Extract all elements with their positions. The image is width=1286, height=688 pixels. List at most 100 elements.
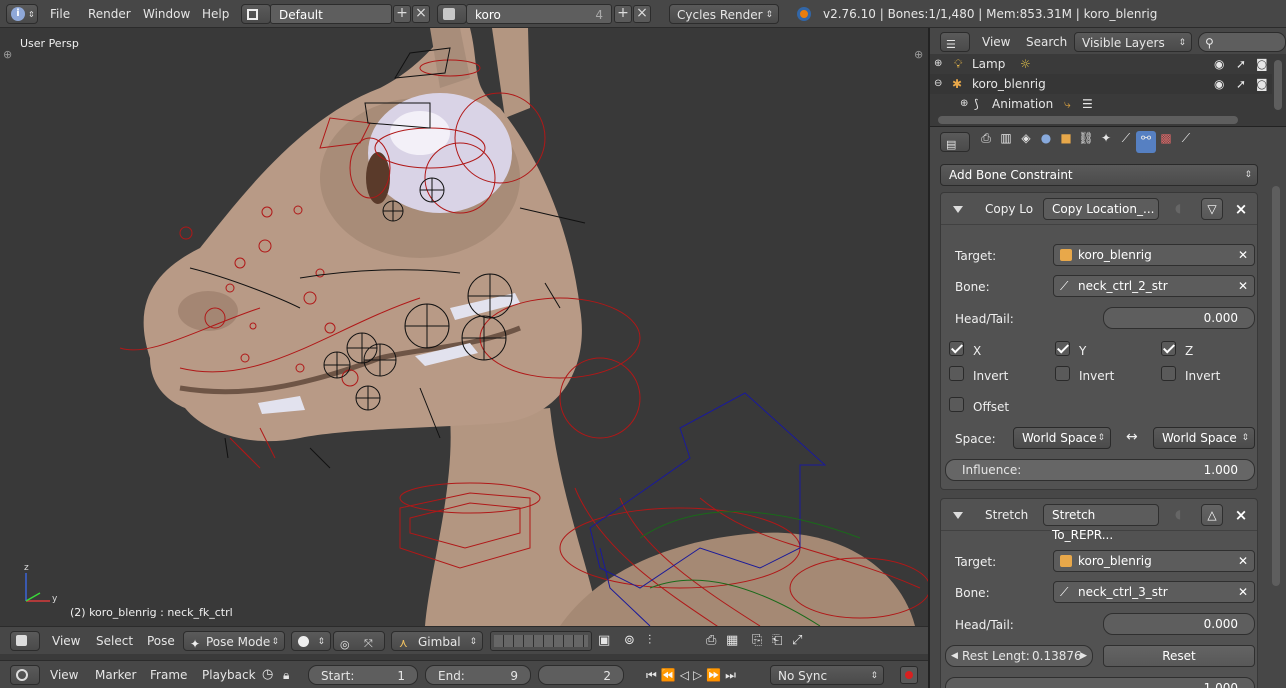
invert-y-checkbox[interactable] xyxy=(1055,366,1070,381)
add-layout-icon[interactable]: + xyxy=(393,5,411,23)
menu-marker[interactable]: Marker xyxy=(95,665,136,685)
3d-viewport[interactable]: z y ⊕ ⊕ User Persp (2) koro_blenrig : ne… xyxy=(0,28,928,626)
screen-layout-button[interactable] xyxy=(241,4,271,24)
editor-type-outliner-button[interactable]: ☰ xyxy=(940,32,970,52)
bone-field[interactable]: ⟋ neck_ctrl_2_str ✕ xyxy=(1053,275,1255,297)
paste-pose-icon[interactable]: ⎗ xyxy=(772,631,782,651)
end-frame-field[interactable]: End: 9 xyxy=(425,665,531,685)
close-icon[interactable]: × xyxy=(1232,506,1250,524)
constraints-tab-icon[interactable]: ⛓ xyxy=(1076,131,1096,153)
cursor-icon[interactable]: ➚ xyxy=(1236,54,1246,74)
scene-tab-icon[interactable]: ◈ xyxy=(1016,131,1036,153)
menu-search[interactable]: Search xyxy=(1026,32,1067,52)
cursor-icon[interactable]: ➚ xyxy=(1236,74,1246,94)
layer-buttons[interactable] xyxy=(490,631,592,651)
data-tab-icon[interactable]: ⟋ xyxy=(1116,131,1136,153)
invert-z-checkbox[interactable] xyxy=(1161,366,1176,381)
close-icon[interactable]: × xyxy=(1232,200,1250,218)
mode-select[interactable]: ✦ Pose Mode ⇕ xyxy=(183,631,285,651)
invert-x-checkbox[interactable] xyxy=(949,366,964,381)
menu-playback[interactable]: Playback xyxy=(202,665,256,685)
texture-tab-icon[interactable]: ▩ xyxy=(1156,131,1176,153)
record-button[interactable] xyxy=(900,666,918,684)
move-down-button[interactable]: ▽ xyxy=(1201,198,1223,220)
camera-icon[interactable]: ◙ xyxy=(1256,74,1268,94)
editor-type-3d-button[interactable] xyxy=(10,631,40,651)
sync-select[interactable]: No Sync ⇕ xyxy=(770,665,884,685)
remove-layout-icon[interactable]: × xyxy=(412,5,430,23)
shading-select[interactable]: ⇕ xyxy=(291,631,331,651)
render-engine-select[interactable]: Cycles Render ⇕ xyxy=(669,4,779,24)
clear-x-icon[interactable]: ✕ xyxy=(1238,245,1248,265)
constraint-name-field[interactable]: Copy Location_... xyxy=(1043,198,1159,220)
collapse-minus-icon[interactable]: ⊖ xyxy=(934,74,942,94)
pivot-select[interactable]: ◎ ⤧ xyxy=(333,631,385,651)
menu-help[interactable]: Help xyxy=(202,4,229,24)
camera-icon[interactable]: ◙ xyxy=(1256,54,1268,74)
scene-name-field[interactable]: koro 4 xyxy=(466,4,612,24)
outliner-scrollbar[interactable] xyxy=(1274,60,1282,110)
object-tab-icon[interactable]: ■ xyxy=(1056,131,1076,153)
eye-toggle-icon[interactable]: ◖ xyxy=(1175,507,1181,521)
clapboard-icon[interactable]: ▦ xyxy=(726,631,738,651)
bone-constraints-tab-icon[interactable]: ⚯ xyxy=(1136,131,1156,153)
clear-x-icon[interactable]: ✕ xyxy=(1238,551,1248,571)
outliner-row-koro-blenrig[interactable]: ⊖ ✱ koro_blenrig ◉ ➚ ◙ xyxy=(930,74,1272,94)
remove-scene-icon[interactable]: × xyxy=(633,5,651,23)
expand-plus-icon[interactable]: ⊕ xyxy=(934,54,942,74)
target-space-select[interactable]: World Space ⇕ xyxy=(1153,427,1255,449)
rest-length-field[interactable]: ◀ Rest Lengt: 0.13876 ▶ xyxy=(945,645,1093,667)
current-frame-field[interactable]: 2 xyxy=(538,665,624,685)
editor-type-info-button[interactable]: i ⇕ xyxy=(6,4,38,24)
offset-checkbox[interactable] xyxy=(949,397,964,412)
menu-window[interactable]: Window xyxy=(143,4,190,24)
bone-field[interactable]: ⟋ neck_ctrl_3_str ✕ xyxy=(1053,581,1255,603)
constraint-name-field[interactable]: Stretch To_REPR... xyxy=(1043,504,1159,542)
y-checkbox[interactable] xyxy=(1055,341,1070,356)
world-tab-icon[interactable]: ● xyxy=(1036,131,1056,153)
menu-view[interactable]: View xyxy=(982,32,1010,52)
screen-layout-field[interactable]: Default xyxy=(270,4,392,24)
owner-space-select[interactable]: World Space ⇕ xyxy=(1013,427,1111,449)
playback-controls[interactable]: ⏮⏪◁▷⏩⏭ xyxy=(646,665,740,685)
pose-options-icon[interactable]: ⫶ xyxy=(648,631,651,651)
editor-type-timeline-button[interactable] xyxy=(10,665,40,685)
scene-button[interactable] xyxy=(437,4,467,24)
x-checkbox[interactable] xyxy=(949,341,964,356)
menu-file[interactable]: File xyxy=(50,4,70,24)
collapse-triangle-icon[interactable] xyxy=(953,206,963,213)
z-checkbox[interactable] xyxy=(1161,341,1176,356)
bone-tab-icon[interactable]: ⟋ xyxy=(1176,131,1196,153)
outliner-filter-select[interactable]: Visible Layers ⇕ xyxy=(1074,32,1192,52)
menu-frame[interactable]: Frame xyxy=(150,665,187,685)
outliner-search-input[interactable]: ⚲ xyxy=(1198,32,1286,52)
menu-render[interactable]: Render xyxy=(88,4,131,24)
render-tab-icon[interactable]: ⎙ xyxy=(976,131,996,153)
lock-icon[interactable]: 🔒︎ xyxy=(283,665,289,685)
lock-layers-icon[interactable]: ▣ xyxy=(598,631,610,651)
eye-icon[interactable]: ◉ xyxy=(1214,74,1224,94)
orientation-select[interactable]: ⋏ Gimbal ⇕ xyxy=(391,631,483,651)
influence-slider[interactable]: Influence: 1.000 xyxy=(945,459,1255,481)
copy-pose-icon[interactable]: ⎘ xyxy=(752,631,762,651)
outliner-row-lamp[interactable]: ⊕ 💡︎ Lamp ☼ ◉ ➚ ◙ xyxy=(930,54,1272,74)
expand-plus-icon[interactable]: ⊕ xyxy=(960,94,968,114)
clear-x-icon[interactable]: ✕ xyxy=(1238,582,1248,602)
menu-select[interactable]: Select xyxy=(96,631,133,651)
add-scene-icon[interactable]: + xyxy=(614,5,632,23)
preview-range-icon[interactable]: ◷ xyxy=(262,665,273,685)
target-field[interactable]: koro_blenrig ✕ xyxy=(1053,550,1255,572)
editor-type-properties-button[interactable]: ▤ xyxy=(940,132,970,152)
clear-x-icon[interactable]: ✕ xyxy=(1238,276,1248,296)
proportional-edit-icon[interactable]: ⊚ xyxy=(624,631,635,651)
start-frame-field[interactable]: Start: 1 xyxy=(308,665,418,685)
modifiers-tab-icon[interactable]: ✦ xyxy=(1096,131,1116,153)
collapse-triangle-icon[interactable] xyxy=(953,512,963,519)
reset-button[interactable]: Reset xyxy=(1103,645,1255,667)
render-icon[interactable]: ⎙ xyxy=(706,631,716,651)
menu-view[interactable]: View xyxy=(50,665,78,685)
paste-flipped-icon[interactable]: ⤢ xyxy=(792,631,802,651)
properties-scrollbar[interactable] xyxy=(1272,186,1280,586)
menu-view[interactable]: View xyxy=(52,631,80,651)
headtail-slider[interactable]: 0.000 xyxy=(1103,613,1255,635)
